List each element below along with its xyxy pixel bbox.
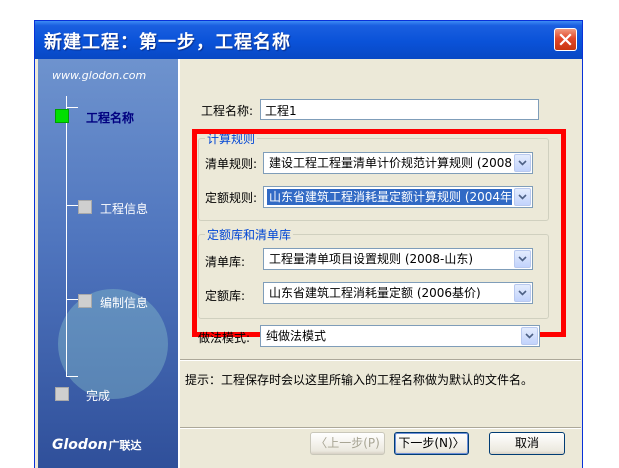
project-name-input[interactable]: 工程1: [260, 99, 539, 120]
separator-line-highlight: [180, 428, 581, 429]
dialog-body: www.glodon.com 工程名称 工程信息 编制信息 完成 Glodon广…: [38, 59, 581, 468]
step-marker-active: [55, 109, 69, 123]
logo-text-cn: 广联达: [108, 439, 142, 452]
separator-line-highlight: [180, 360, 581, 361]
cancel-button[interactable]: 取消: [489, 432, 565, 455]
step-connector-tick: [66, 205, 78, 206]
method-mode-value: 纯做法模式: [266, 329, 327, 343]
sidebar-divider: [178, 59, 180, 468]
step-connector-tick: [66, 299, 78, 300]
next-step-button[interactable]: 下一步(N)〉: [394, 432, 469, 455]
hint-text: 提示：工程保存时会以这里所输入的工程名称做为默认的文件名。: [185, 373, 534, 387]
chevron-down-icon: [525, 333, 534, 339]
red-highlight-frame: [192, 129, 566, 337]
step-compile-info: 编制信息: [100, 296, 149, 310]
method-mode-label: 做法模式:: [198, 331, 251, 345]
glodon-logo: Glodon广联达: [52, 437, 142, 453]
step-marker: [55, 387, 69, 401]
close-icon: [559, 33, 572, 46]
step-finish: 完成: [86, 389, 111, 403]
logo-text: Glodon: [52, 437, 108, 453]
new-project-dialog: 新建工程：第一步，工程名称 www.glodon.com 工程名称 工程信息 编…: [34, 20, 583, 468]
window-title: 新建工程：第一步，工程名称: [44, 32, 291, 53]
step-connector-tick: [66, 376, 78, 377]
close-button[interactable]: [554, 28, 577, 51]
title-bar: 新建工程：第一步，工程名称: [35, 21, 582, 59]
step-connector-tick: [66, 107, 78, 108]
step-project-name: 工程名称: [86, 111, 135, 125]
step-marker: [78, 200, 92, 214]
step-project-info: 工程信息: [100, 202, 149, 216]
prev-step-button[interactable]: 〈上一步(P): [310, 432, 385, 455]
step-marker: [78, 294, 92, 308]
website-url: www.glodon.com: [52, 69, 147, 82]
wizard-sidebar: www.glodon.com 工程名称 工程信息 编制信息 完成 Glodon广…: [38, 59, 178, 468]
dropdown-arrow-button[interactable]: [521, 327, 538, 345]
method-mode-select[interactable]: 纯做法模式: [260, 325, 540, 347]
step-connector-line: [66, 96, 67, 376]
project-name-label: 工程名称:: [201, 104, 254, 118]
